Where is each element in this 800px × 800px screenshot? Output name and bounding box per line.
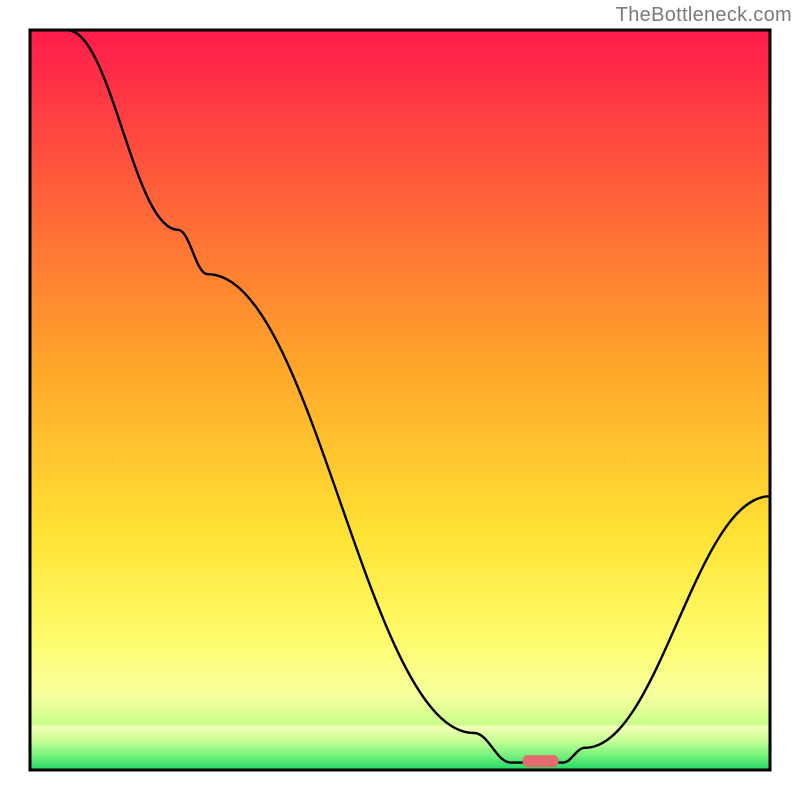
optimal-marker <box>523 755 559 767</box>
chart-svg <box>0 0 800 800</box>
watermark-text: TheBottleneck.com <box>616 4 792 27</box>
bottleneck-chart <box>0 0 800 800</box>
green-band <box>30 726 770 770</box>
